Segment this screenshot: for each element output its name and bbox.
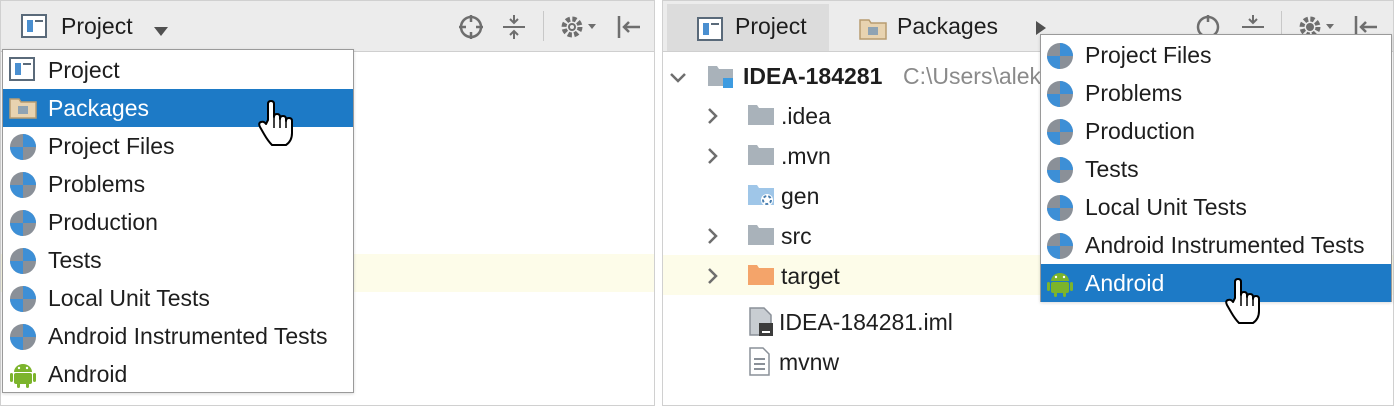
tree-item-label: .mvn [781,143,831,169]
tree-item[interactable]: IDEA-184281.iml [663,303,1393,343]
menu-item-production[interactable]: Production [3,203,353,241]
menu-item-android[interactable]: Android [1041,264,1391,302]
scope-pie-icon [1046,194,1074,227]
hand-cursor-icon [1225,278,1263,331]
menu-item-label: Android [1085,270,1165,296]
android-icon [9,361,37,394]
text-file-icon [747,347,773,382]
menu-item-label: Tests [1085,156,1139,182]
folder-icon [747,223,775,252]
project-view-icon [9,57,35,86]
menu-item-label: Project Files [48,133,175,159]
excluded-folder-icon [747,263,775,292]
tree-item-label: target [781,263,840,289]
menu-item-tests[interactable]: Tests [3,241,353,279]
chevron-right-icon[interactable] [707,107,719,130]
chevron-right-icon[interactable] [707,267,719,290]
menu-item-local-unit-tests[interactable]: Local Unit Tests [3,279,353,317]
menu-item-project-files[interactable]: Project Files [3,127,353,165]
menu-item-problems[interactable]: Problems [1041,74,1391,112]
gear-icon[interactable] [559,14,599,45]
tree-item-label: gen [781,183,820,209]
menu-item-label: Project [48,57,120,83]
scope-pie-icon [1046,118,1074,151]
menu-item-packages[interactable]: Packages [3,89,353,127]
hide-panel-icon[interactable] [616,15,642,44]
root-path: C:\Users\alek [903,63,1042,89]
scope-pie-icon [1046,80,1074,113]
menu-item-label: Problems [1085,80,1183,106]
locate-icon[interactable] [458,14,484,45]
folder-icon [747,103,775,132]
menu-item-label: Project Files [1085,42,1212,68]
scope-pie-icon [1046,156,1074,189]
tab-project[interactable]: Project [667,4,829,51]
generated-sources-folder-icon [747,183,777,214]
menu-item-android-instrumented-tests[interactable]: Android Instrumented Tests [3,317,353,355]
menu-item-label: Android [48,361,128,387]
menu-item-label: Problems [48,171,146,197]
project-view-icon [21,14,47,43]
menu-item-label: Tests [48,247,102,273]
menu-item-label: Android Instrumented Tests [48,323,328,349]
menu-item-project-files[interactable]: Project Files [1041,36,1391,74]
tree-item-label: .idea [781,103,831,129]
menu-item-local-unit-tests[interactable]: Local Unit Tests [1041,188,1391,226]
scope-pie-icon [9,133,37,166]
scope-pie-icon [9,171,37,204]
chevron-right-icon[interactable] [707,147,719,170]
toolbar-separator [543,11,544,41]
menu-item-problems[interactable]: Problems [3,165,353,203]
left-toolbar: Project [1,1,654,52]
android-icon [1046,270,1074,303]
chevron-down-icon[interactable] [669,71,687,89]
chevron-down-icon[interactable] [154,23,168,41]
module-folder-icon [707,63,735,94]
chevron-right-icon[interactable] [707,227,719,250]
menu-item-android[interactable]: Android [3,355,353,393]
packages-icon [859,16,887,45]
project-view-icon [697,17,723,46]
scope-pie-icon [9,285,37,318]
menu-item-label: Local Unit Tests [1085,194,1247,220]
tab-project-label: Project [735,13,807,39]
scope-pie-icon [9,247,37,280]
hand-cursor-icon [258,100,296,153]
menu-item-label: Production [1085,118,1195,144]
menu-item-label: Local Unit Tests [48,285,210,311]
view-selector-menu: Project Packages Project Files Problems … [2,49,354,393]
tree-item-label: src [781,223,812,249]
root-name: IDEA-184281 [743,63,883,89]
menu-item-label: Packages [48,95,150,121]
menu-item-label: Android Instrumented Tests [1085,232,1365,258]
view-selector-label[interactable]: Project [61,13,133,40]
scope-pie-icon [9,323,37,356]
scope-menu: Project Files Problems Production Tests … [1040,34,1392,302]
iml-file-icon [747,307,775,342]
menu-item-production[interactable]: Production [1041,112,1391,150]
tab-packages[interactable]: Packages [897,13,998,40]
tree-item[interactable]: mvnw [663,343,1393,383]
menu-item-android-instrumented-tests[interactable]: Android Instrumented Tests [1041,226,1391,264]
menu-item-tests[interactable]: Tests [1041,150,1391,188]
folder-icon [747,143,775,172]
scope-pie-icon [1046,232,1074,265]
menu-item-label: Production [48,209,158,235]
scope-pie-icon [1046,42,1074,75]
tree-item-label: mvnw [779,349,840,375]
packages-icon [9,95,37,124]
menu-item-project[interactable]: Project [3,51,353,89]
scope-pie-icon [9,209,37,242]
tree-item-label: IDEA-184281.iml [779,309,953,335]
collapse-all-icon[interactable] [501,14,527,45]
